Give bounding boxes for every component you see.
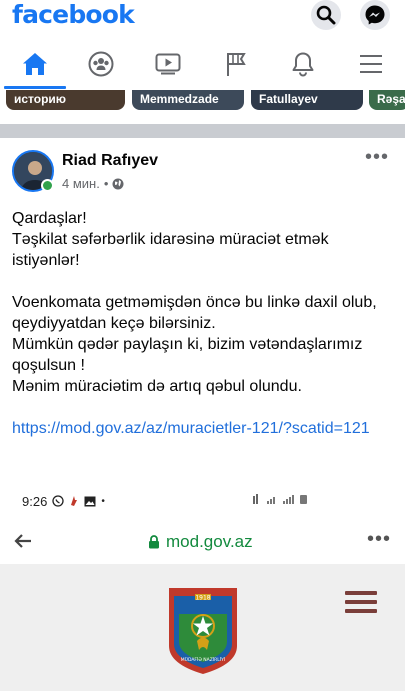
story-card[interactable]: историю: [6, 90, 125, 110]
browser-url[interactable]: mod.gov.az: [148, 532, 253, 552]
feed-divider: [0, 124, 405, 138]
signal-icons: [253, 494, 307, 504]
notifications-bell-icon: [292, 52, 314, 77]
story-label: Fatullayev: [259, 92, 318, 106]
post-author[interactable]: Riad Rafıyev: [62, 152, 158, 170]
post-meta: 4 мин. •: [62, 176, 124, 191]
post-paragraph: Qardaşlar! Təşkilat səfərbərlik idarəsin…: [12, 210, 329, 269]
post-text: Qardaşlar! Təşkilat səfərbərlik idarəsin…: [12, 208, 397, 460]
feed-post: Riad Rafıyev 4 мин. • ••• Qardaşlar! Təş…: [0, 138, 405, 520]
story-label: историю: [14, 92, 67, 106]
story-card[interactable]: Rəşa: [369, 90, 405, 110]
tab-home[interactable]: [2, 40, 68, 89]
globe-icon: [112, 178, 124, 189]
browser-menu-button[interactable]: •••: [367, 529, 391, 549]
story-card[interactable]: Fatullayev: [251, 90, 363, 110]
facebook-logo[interactable]: facebook: [12, 0, 135, 29]
tab-menu[interactable]: [338, 40, 404, 88]
tab-notifications[interactable]: [270, 40, 336, 88]
nav-bar: [0, 40, 405, 90]
whatsapp-icon: [52, 495, 64, 507]
url-text: mod.gov.az: [166, 532, 253, 551]
post-link[interactable]: https://mod.gov.az/az/muracietler-121/?s…: [12, 420, 370, 437]
story-label: Memmedzade: [140, 92, 219, 106]
messenger-button[interactable]: [360, 0, 390, 30]
search-button[interactable]: [311, 0, 341, 30]
post-time[interactable]: 4 мин.: [62, 176, 100, 191]
lock-icon: [149, 535, 159, 549]
defense-ministry-emblem-icon: 1918 MÜDAFİƏ NAZİRLİYİ: [169, 588, 237, 674]
pages-flag-icon: [227, 53, 246, 76]
watch-icon: [155, 53, 181, 75]
tab-groups[interactable]: [68, 40, 134, 88]
search-icon: [316, 5, 336, 25]
emblem-year: 1918: [195, 595, 210, 602]
status-indicators: [253, 493, 311, 508]
top-bar: facebook: [0, 0, 405, 34]
groups-icon: [88, 51, 114, 77]
notification-icon: [71, 496, 78, 506]
status-dot: •: [101, 495, 105, 507]
meta-separator: •: [103, 176, 109, 191]
story-label: Rəşa: [377, 92, 405, 106]
tab-pages[interactable]: [203, 40, 269, 88]
post-paragraph: Voenkomata getməmişdən öncə bu linkə dax…: [12, 294, 377, 395]
site-menu-icon[interactable]: [345, 591, 377, 615]
post-options-button[interactable]: •••: [365, 147, 389, 167]
embedded-website: 1918 MÜDAFİƏ NAZİRLİYİ: [0, 564, 405, 691]
messenger-icon: [365, 5, 385, 25]
online-status-dot: [41, 179, 54, 192]
story-card[interactable]: Memmedzade: [132, 90, 244, 110]
menu-icon: [360, 55, 382, 73]
embedded-browser-bar: mod.gov.az •••: [0, 522, 405, 562]
gallery-icon: [84, 496, 96, 506]
tab-watch[interactable]: [135, 40, 201, 88]
home-icon: [23, 53, 47, 75]
back-arrow-icon[interactable]: [14, 532, 32, 555]
stories-strip: историю Memmedzade Fatullayev Rəşa: [0, 90, 405, 112]
status-time: 9:26: [22, 493, 48, 509]
emblem-text: MÜDAFİƏ NAZİRLİYİ: [181, 656, 225, 663]
